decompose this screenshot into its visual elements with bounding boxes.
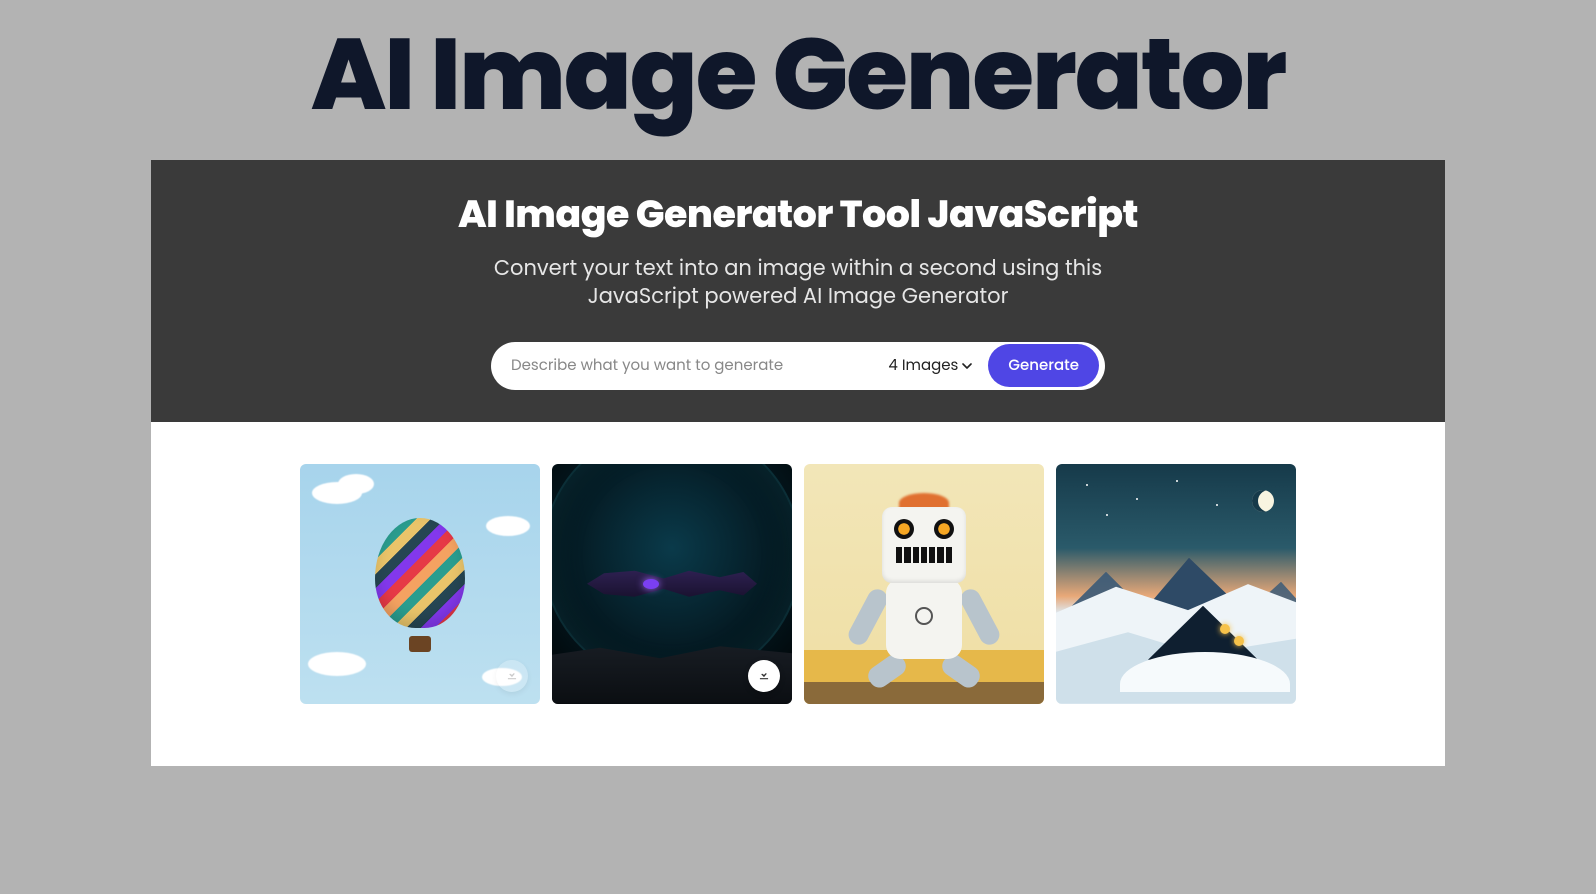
result-card-night-cabin[interactable] [1056,464,1296,704]
image-count-select[interactable]: 4 Images [882,354,978,377]
download-icon [757,663,771,688]
result-card-purple-spaceship[interactable] [552,464,792,704]
hero-title: AI Image Generator Tool JavaScript [191,186,1405,243]
download-icon [505,663,519,688]
image-count-label: 4 Images [888,354,958,377]
generated-image [804,464,1044,704]
app-container: AI Image Generator Tool JavaScript Conve… [151,160,1445,766]
hero-section: AI Image Generator Tool JavaScript Conve… [151,160,1445,422]
download-button[interactable] [496,660,528,692]
download-button[interactable] [748,660,780,692]
gallery [151,422,1445,766]
prompt-bar: 4 Images Generate [491,342,1105,390]
page-title: AI Image Generator [0,0,1596,144]
generated-image [1056,464,1296,704]
chevron-down-icon [962,361,972,371]
result-card-hot-air-balloon[interactable] [300,464,540,704]
hero-subtitle: Convert your text into an image within a… [478,255,1118,312]
prompt-input[interactable] [511,354,872,377]
result-card-robot-plush[interactable] [804,464,1044,704]
generate-button[interactable]: Generate [988,344,1099,387]
